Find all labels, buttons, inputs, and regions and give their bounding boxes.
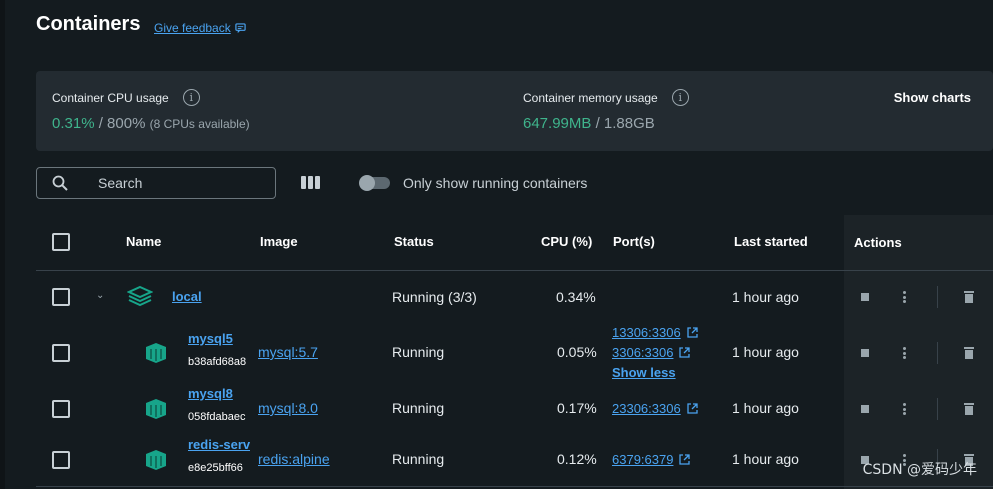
header-status[interactable]: Status — [394, 234, 434, 249]
last-started: 1 hour ago — [732, 451, 799, 467]
memory-usage-label: Container memory usage i — [523, 89, 689, 106]
stop-icon[interactable] — [861, 405, 869, 413]
port-link[interactable]: 13306:3306 — [612, 325, 698, 340]
search-icon — [52, 175, 68, 191]
header-cpu[interactable]: CPU (%) — [541, 234, 592, 249]
header-name[interactable]: Name — [126, 234, 161, 249]
row-checkbox[interactable] — [52, 400, 70, 418]
image-link[interactable]: mysql:5.7 — [258, 344, 318, 360]
port-link[interactable]: 3306:3306 — [612, 345, 691, 360]
actions-divider — [937, 342, 938, 364]
running-only-toggle[interactable] — [359, 175, 390, 191]
select-all-checkbox[interactable] — [52, 233, 70, 251]
external-link-icon — [687, 327, 698, 338]
port-link[interactable]: 6379:6379 — [612, 452, 691, 467]
table-row[interactable]: mysql5 b38afd68a8 mysql:5.7 Running 0.05… — [36, 323, 993, 383]
page-title: Containers — [36, 13, 141, 35]
port-text: 6379:6379 — [612, 452, 674, 467]
info-icon[interactable]: i — [182, 89, 200, 106]
give-feedback-label: Give feedback — [154, 21, 231, 35]
group-cpu: 0.34% — [556, 289, 596, 305]
container-name-link[interactable]: mysql8 — [188, 386, 233, 401]
delete-icon[interactable] — [963, 346, 975, 364]
more-options-icon[interactable] — [903, 347, 906, 359]
cpu-value: 0.12% — [557, 451, 597, 467]
cpu-value: 0.17% — [557, 400, 597, 416]
container-id: b38afd68a8 — [188, 356, 247, 368]
status-text: Running — [392, 400, 445, 416]
search-box[interactable] — [36, 167, 276, 199]
last-started: 1 hour ago — [732, 400, 799, 416]
row-checkbox[interactable] — [52, 288, 70, 306]
memory-used: 647.99MB — [523, 115, 592, 132]
chevron-down-icon[interactable]: ⌄ — [96, 290, 104, 301]
left-sidebar-edge — [0, 0, 5, 489]
container-id: 058fdabaec — [188, 411, 246, 423]
table-header: Name Image Status CPU (%) Port(s) Last s… — [36, 215, 993, 271]
table-row-group[interactable]: ⌄ local Running (3/3) 0.34% 1 hour ago — [36, 271, 993, 323]
delete-icon[interactable] — [963, 402, 975, 420]
cpu-usage-label: Container CPU usage i — [52, 89, 200, 106]
group-name-link[interactable]: local — [172, 289, 202, 304]
image-link[interactable]: redis:alpine — [258, 451, 330, 467]
memory-total: / 1.88GB — [595, 115, 655, 132]
columns-icon[interactable] — [301, 176, 320, 189]
cpu-total: / 800% — [98, 115, 146, 132]
container-icon — [146, 343, 166, 363]
cpu-usage-label-text: Container CPU usage — [52, 90, 169, 105]
port-text: 13306:3306 — [612, 325, 681, 340]
header-actions: Actions — [854, 235, 902, 250]
group-status: Running (3/3) — [392, 289, 477, 305]
container-icon — [146, 450, 166, 470]
cpu-used: 0.31% — [52, 115, 95, 132]
memory-usage-label-text: Container memory usage — [523, 90, 658, 105]
group-last-started: 1 hour ago — [732, 289, 799, 305]
info-icon[interactable]: i — [671, 89, 689, 106]
container-id: e8e25bff66 — [188, 462, 243, 474]
external-link-icon — [679, 454, 691, 465]
row-checkbox[interactable] — [52, 451, 70, 469]
feedback-icon — [235, 22, 246, 33]
port-text: 23306:3306 — [612, 401, 681, 416]
show-less-link[interactable]: Show less — [612, 365, 676, 380]
running-only-label: Only show running containers — [403, 175, 588, 191]
status-text: Running — [392, 451, 445, 467]
external-link-icon — [679, 347, 691, 358]
image-link[interactable]: mysql:8.0 — [258, 400, 318, 416]
table-row[interactable]: redis-serv e8e25bff66 redis:alpine Runni… — [36, 435, 993, 487]
stack-icon — [127, 285, 153, 307]
container-icon — [146, 399, 166, 419]
table-bottom-border — [36, 486, 993, 487]
memory-usage-value: 647.99MB / 1.88GB — [523, 115, 655, 132]
cpu-note: (8 CPUs available) — [149, 117, 250, 131]
more-options-icon[interactable] — [903, 403, 906, 415]
usage-stats-panel: Container CPU usage i 0.31% / 800% (8 CP… — [36, 71, 993, 151]
stop-icon[interactable] — [861, 349, 869, 357]
header-last-started[interactable]: Last started — [734, 234, 808, 249]
search-input[interactable] — [98, 175, 258, 191]
cpu-usage-value: 0.31% / 800% (8 CPUs available) — [52, 115, 250, 132]
show-charts-button[interactable]: Show charts — [894, 90, 971, 105]
port-link[interactable]: 23306:3306 — [612, 401, 698, 416]
status-text: Running — [392, 344, 445, 360]
delete-icon[interactable] — [963, 290, 975, 308]
external-link-icon — [687, 403, 698, 414]
actions-divider — [937, 286, 938, 308]
row-checkbox[interactable] — [52, 344, 70, 362]
cpu-value: 0.05% — [557, 344, 597, 360]
header-ports[interactable]: Port(s) — [613, 234, 655, 249]
watermark: CSDN @爱码少年 — [862, 462, 977, 478]
last-started: 1 hour ago — [732, 344, 799, 360]
container-name-link[interactable]: mysql5 — [188, 331, 233, 346]
stop-icon[interactable] — [861, 293, 869, 301]
more-options-icon[interactable] — [903, 291, 906, 303]
container-name-link[interactable]: redis-serv — [188, 437, 250, 452]
table-row[interactable]: mysql8 058fdabaec mysql:8.0 Running 0.17… — [36, 383, 993, 435]
port-text: 3306:3306 — [612, 345, 674, 360]
actions-divider — [937, 398, 938, 420]
header-image[interactable]: Image — [260, 234, 298, 249]
give-feedback-link[interactable]: Give feedback — [154, 21, 246, 35]
